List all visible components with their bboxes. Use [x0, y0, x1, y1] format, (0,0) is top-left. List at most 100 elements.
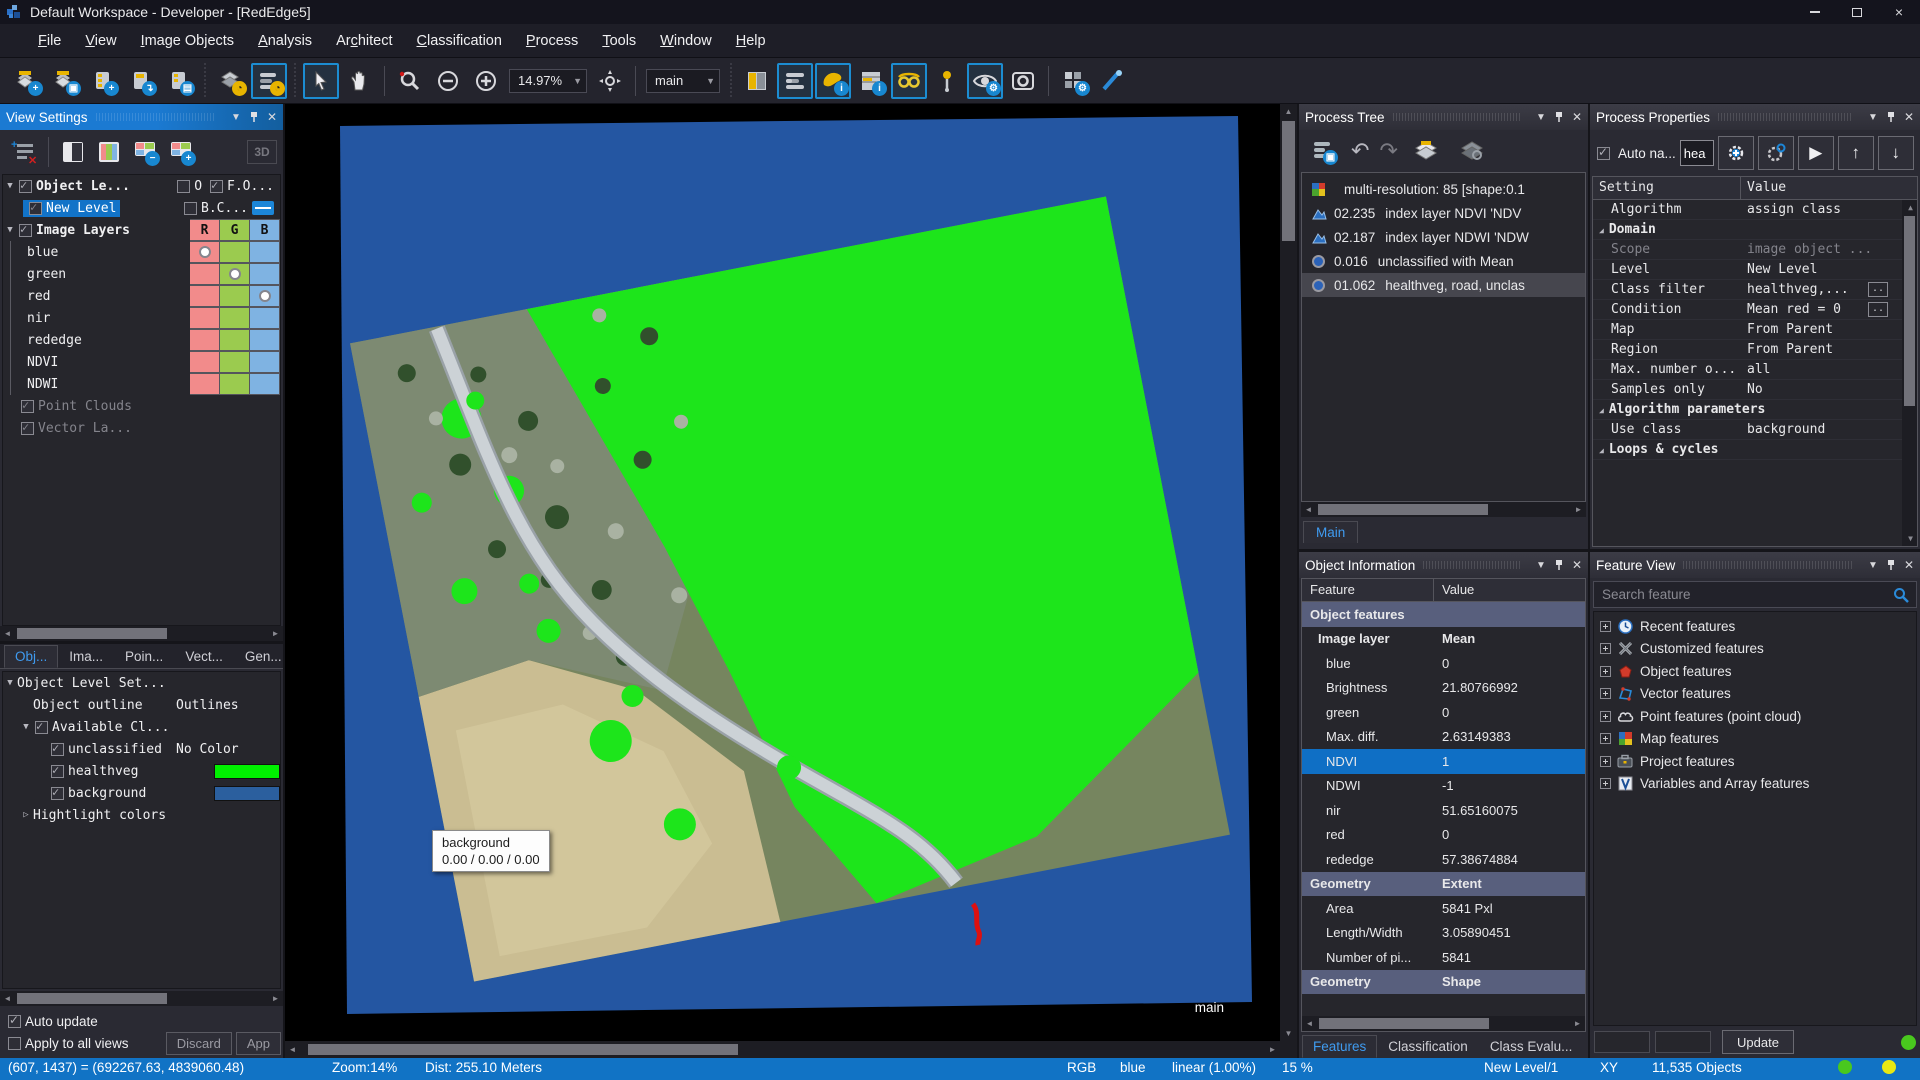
edit-level-button[interactable]: +✕ [7, 135, 41, 169]
expander-icon[interactable]: ▷ [19, 810, 33, 820]
table-row[interactable]: Brightness 21.80766992 [1302, 676, 1585, 701]
pixel-view-button[interactable] [929, 63, 965, 99]
channel-g-cell[interactable] [220, 373, 250, 395]
checkbox[interactable] [1597, 147, 1610, 160]
checkbox[interactable] [19, 224, 32, 237]
class-row[interactable]: unclassified No Color [3, 738, 280, 760]
menu-item[interactable]: Analysis [246, 28, 324, 54]
close-icon[interactable]: ✕ [1904, 558, 1914, 572]
close-icon[interactable]: ✕ [1572, 110, 1582, 124]
active-map-combobox[interactable]: main ▼ [646, 69, 720, 93]
single-layer-view-button[interactable] [56, 135, 90, 169]
process-tree-item[interactable]: 01.062 healthveg, road, unclas [1302, 273, 1585, 297]
add-layer-view-button[interactable]: + [164, 135, 198, 169]
property-row[interactable]: Domain .. [1593, 220, 1902, 240]
table-row[interactable]: Object features [1302, 602, 1585, 627]
chevron-down-icon[interactable]: ▼ [1536, 112, 1546, 123]
checkbox[interactable] [19, 180, 32, 193]
chevron-down-icon[interactable]: ▼ [231, 112, 241, 123]
feature-column-header[interactable]: Feature [1302, 579, 1434, 601]
image-layer-row[interactable]: blue [3, 241, 280, 263]
image-layer-row[interactable]: NDVI [3, 351, 280, 373]
add-algorithm-button[interactable] [1718, 136, 1754, 170]
property-row[interactable]: Max. number o... all .. [1593, 360, 1902, 380]
channel-g-cell[interactable] [220, 263, 250, 285]
tree-row-vector-layers[interactable]: Vector La... [3, 417, 280, 439]
new-workspace-button[interactable]: + [9, 63, 45, 99]
expander-icon[interactable]: ▼ [19, 722, 33, 732]
checkbox[interactable] [51, 765, 64, 778]
scroll-right-icon[interactable]: ► [268, 626, 283, 641]
channel-r-cell[interactable] [190, 307, 220, 329]
scroll-left-icon[interactable]: ◄ [1302, 1016, 1317, 1031]
property-row[interactable]: Use class background .. [1593, 420, 1902, 440]
channel-b-cell[interactable] [250, 307, 280, 329]
auto-update-row[interactable]: Auto update [6, 1010, 277, 1032]
property-row[interactable]: Algorithm parameters .. [1593, 400, 1902, 420]
class-color-swatch[interactable] [214, 764, 280, 779]
tree-row-image-layers[interactable]: ▼ Image Layers R G B [3, 219, 280, 241]
expand-plus-icon[interactable] [1600, 688, 1611, 699]
channel-g-cell[interactable] [220, 351, 250, 373]
expander-icon[interactable]: ▼ [3, 678, 17, 688]
brightness-slider-icon[interactable] [252, 201, 274, 215]
view-layer-mixing-button[interactable]: ◔ [251, 63, 287, 99]
property-row[interactable]: Class filter healthveg,... .. [1593, 280, 1902, 300]
table-row[interactable]: rededge 57.38674884 [1302, 847, 1585, 872]
pin-icon[interactable] [1554, 559, 1564, 571]
close-icon[interactable]: ✕ [267, 110, 277, 124]
value-column-header[interactable]: Value [1434, 579, 1482, 601]
class-row[interactable]: healthveg [3, 760, 280, 782]
object-information-tab[interactable]: Class Evalu... [1479, 1035, 1584, 1058]
channel-r-cell[interactable] [190, 263, 220, 285]
property-row[interactable]: Samples only No .. [1593, 380, 1902, 400]
feature-group-row[interactable]: Object features [1594, 660, 1916, 683]
setting-column-header[interactable]: Setting [1593, 177, 1741, 199]
menu-item[interactable]: Architect [324, 28, 404, 54]
class-row[interactable]: background [3, 782, 280, 804]
cursor-tool-button[interactable] [303, 63, 339, 99]
expand-plus-icon[interactable] [1600, 733, 1611, 744]
tree-row-object-levels[interactable]: ▼ Object Le... O F.O... [3, 175, 280, 197]
feature-search-input[interactable] [1594, 587, 1892, 602]
scroll-right-icon[interactable]: ► [1570, 1016, 1585, 1031]
table-row[interactable]: Image layer Mean [1302, 627, 1585, 652]
view-settings-hscrollbar[interactable]: ◄ ► [0, 626, 283, 641]
menu-item[interactable]: Tools [590, 28, 648, 54]
tab-main[interactable]: Main [1303, 521, 1358, 543]
menu-item[interactable]: View [73, 28, 128, 54]
ellipsis-button[interactable]: .. [1868, 282, 1888, 297]
checkbox[interactable] [35, 721, 48, 734]
scroll-left-icon[interactable]: ◄ [285, 1042, 300, 1057]
view-classification-button[interactable]: i [815, 63, 851, 99]
table-row[interactable]: nir 51.65160075 [1302, 798, 1585, 823]
scroll-right-icon[interactable]: ► [1571, 502, 1586, 517]
menu-item[interactable]: Process [514, 28, 590, 54]
zoom-in-button[interactable] [468, 63, 504, 99]
class-panel-tab[interactable]: Obj... [4, 645, 58, 668]
scroll-up-icon[interactable]: ▲ [1902, 200, 1918, 215]
process-tree-hscrollbar[interactable]: ◄ ► [1301, 502, 1586, 517]
object-information-hscrollbar[interactable]: ◄ ► [1302, 1016, 1585, 1031]
expand-plus-icon[interactable] [1600, 778, 1611, 789]
process-tree-item[interactable]: 02.187 index layer NDWI 'NDW [1302, 225, 1585, 249]
scroll-up-icon[interactable]: ▲ [1280, 104, 1297, 119]
table-row[interactable]: red 0 [1302, 823, 1585, 848]
close-icon[interactable]: ✕ [1904, 110, 1914, 124]
update-button[interactable]: Update [1722, 1030, 1794, 1054]
class-panel-tab[interactable]: Ima... [58, 645, 114, 668]
channel-b-cell[interactable] [250, 241, 280, 263]
object-information-tab[interactable]: Classification [1377, 1035, 1479, 1058]
channel-b-cell[interactable] [250, 285, 280, 307]
scroll-left-icon[interactable]: ◄ [0, 991, 15, 1006]
expand-plus-icon[interactable] [1600, 711, 1611, 722]
feature-group-row[interactable]: Project features [1594, 750, 1916, 773]
edit-algorithm-button[interactable] [1758, 136, 1794, 170]
feature-value-box[interactable] [1594, 1031, 1650, 1053]
close-button[interactable]: × [1878, 0, 1920, 24]
channel-r-cell[interactable] [190, 373, 220, 395]
discard-button[interactable]: Discard [166, 1032, 232, 1055]
table-row[interactable]: NDVI 1 [1302, 749, 1585, 774]
move-down-button[interactable]: ↓ [1878, 136, 1914, 170]
checkbox[interactable] [51, 743, 64, 756]
